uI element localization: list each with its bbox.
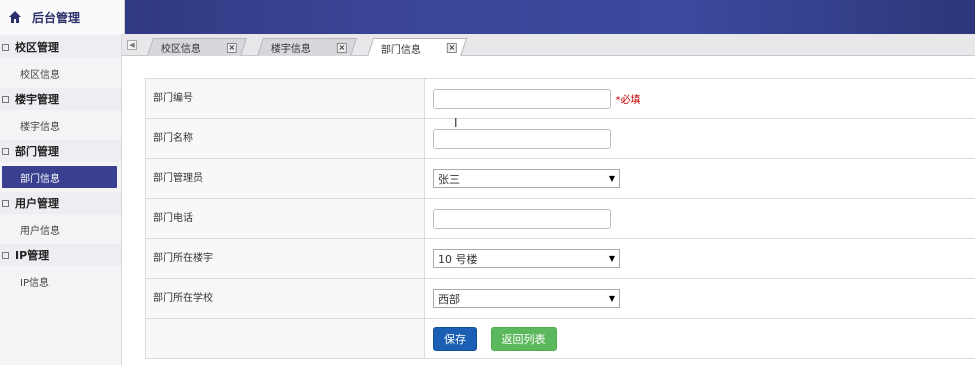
field-label: 部门编号 (145, 78, 425, 119)
dept-school-select[interactable]: 西部 ▼ (433, 289, 620, 308)
field-label: 部门电话 (145, 198, 425, 239)
empty-label-cell (145, 318, 425, 359)
sidebar-item-campus-info[interactable]: 校区信息 (2, 62, 117, 84)
main-content: 部门编号 *必填 部门名称 部门管理员 张三 ▼ 部门电话 部门所在楼宇 10 … (122, 56, 975, 365)
department-form: 部门编号 *必填 部门名称 部门管理员 张三 ▼ 部门电话 部门所在楼宇 10 … (145, 78, 975, 359)
collapse-icon (2, 251, 9, 259)
sidebar-group-label: IP管理 (15, 249, 50, 262)
select-value: 西部 (438, 292, 460, 306)
close-icon[interactable]: × (446, 43, 457, 53)
sidebar-group-department[interactable]: 部门管理 (0, 140, 121, 162)
tab-campus-info[interactable]: 校区信息 × (147, 38, 247, 56)
sidebar-item-ip-info[interactable]: IP信息 (2, 270, 117, 292)
dept-id-input[interactable] (433, 88, 611, 109)
form-row-dept-admin: 部门管理员 张三 ▼ (145, 158, 975, 199)
home-icon (9, 11, 21, 23)
collapse-icon (2, 147, 9, 155)
tab-scroll-left-icon[interactable]: ◀ (127, 40, 137, 50)
dept-name-input[interactable] (433, 128, 611, 149)
tab-label: 校区信息 (160, 44, 201, 55)
field-label: 部门所在学校 (145, 278, 425, 319)
chevron-down-icon: ▼ (608, 174, 615, 183)
dept-phone-input[interactable] (433, 208, 611, 229)
select-value: 10 号楼 (438, 252, 478, 266)
sidebar-group-label: 用户管理 (15, 197, 59, 210)
back-to-list-button[interactable]: 返回列表 (490, 326, 557, 351)
top-bar (0, 0, 975, 34)
form-row-dept-phone: 部门电话 (145, 198, 975, 239)
sidebar-group-ip[interactable]: IP管理 (0, 244, 121, 266)
form-row-dept-school: 部门所在学校 西部 ▼ (145, 278, 975, 319)
sidebar-group-campus[interactable]: 校区管理 (0, 36, 121, 58)
form-row-actions: 保存 返回列表 (145, 318, 975, 359)
sidebar-group-label: 部门管理 (15, 145, 59, 158)
save-button[interactable]: 保存 (433, 326, 477, 351)
tab-bar: ◀ 校区信息 × 楼宇信息 × 部门信息 × (122, 34, 975, 57)
sidebar-group-building[interactable]: 楼宇管理 (0, 88, 121, 110)
sidebar-group-label: 校区管理 (15, 41, 59, 54)
collapse-icon (2, 43, 9, 51)
field-label: 部门管理员 (145, 158, 425, 199)
form-row-dept-building: 部门所在楼宇 10 号楼 ▼ (145, 238, 975, 279)
sidebar: 校区管理 校区信息 楼宇管理 楼宇信息 部门管理 部门信息 用户管理 用户信息 … (0, 34, 122, 365)
app-title: 后台管理 (32, 10, 81, 25)
sidebar-item-department-info[interactable]: 部门信息 (2, 166, 117, 188)
select-value: 张三 (438, 172, 460, 186)
dept-admin-select[interactable]: 张三 ▼ (433, 169, 620, 188)
chevron-down-icon: ▼ (608, 254, 615, 263)
form-row-dept-name: 部门名称 (145, 118, 975, 159)
collapse-icon (2, 95, 9, 103)
tab-label: 部门信息 (380, 44, 421, 56)
close-icon[interactable]: × (336, 42, 347, 53)
sidebar-item-building-info[interactable]: 楼宇信息 (2, 114, 117, 136)
field-label: 部门所在楼宇 (145, 238, 425, 279)
tab-label: 楼宇信息 (270, 44, 311, 55)
sidebar-group-user[interactable]: 用户管理 (0, 192, 121, 214)
chevron-down-icon: ▼ (608, 294, 615, 303)
dept-building-select[interactable]: 10 号楼 ▼ (433, 249, 620, 268)
close-icon[interactable]: × (226, 42, 237, 53)
tab-building-info[interactable]: 楼宇信息 × (257, 38, 357, 56)
required-note: *必填 (615, 95, 641, 106)
sidebar-item-user-info[interactable]: 用户信息 (2, 218, 117, 240)
tab-department-info[interactable]: 部门信息 × (366, 38, 468, 57)
brand[interactable]: 后台管理 (0, 0, 125, 34)
field-label: 部门名称 (145, 118, 425, 159)
sidebar-group-label: 楼宇管理 (15, 93, 59, 106)
text-cursor-icon: I (454, 116, 458, 130)
collapse-icon (2, 199, 9, 207)
form-row-dept-id: 部门编号 *必填 (145, 78, 975, 119)
